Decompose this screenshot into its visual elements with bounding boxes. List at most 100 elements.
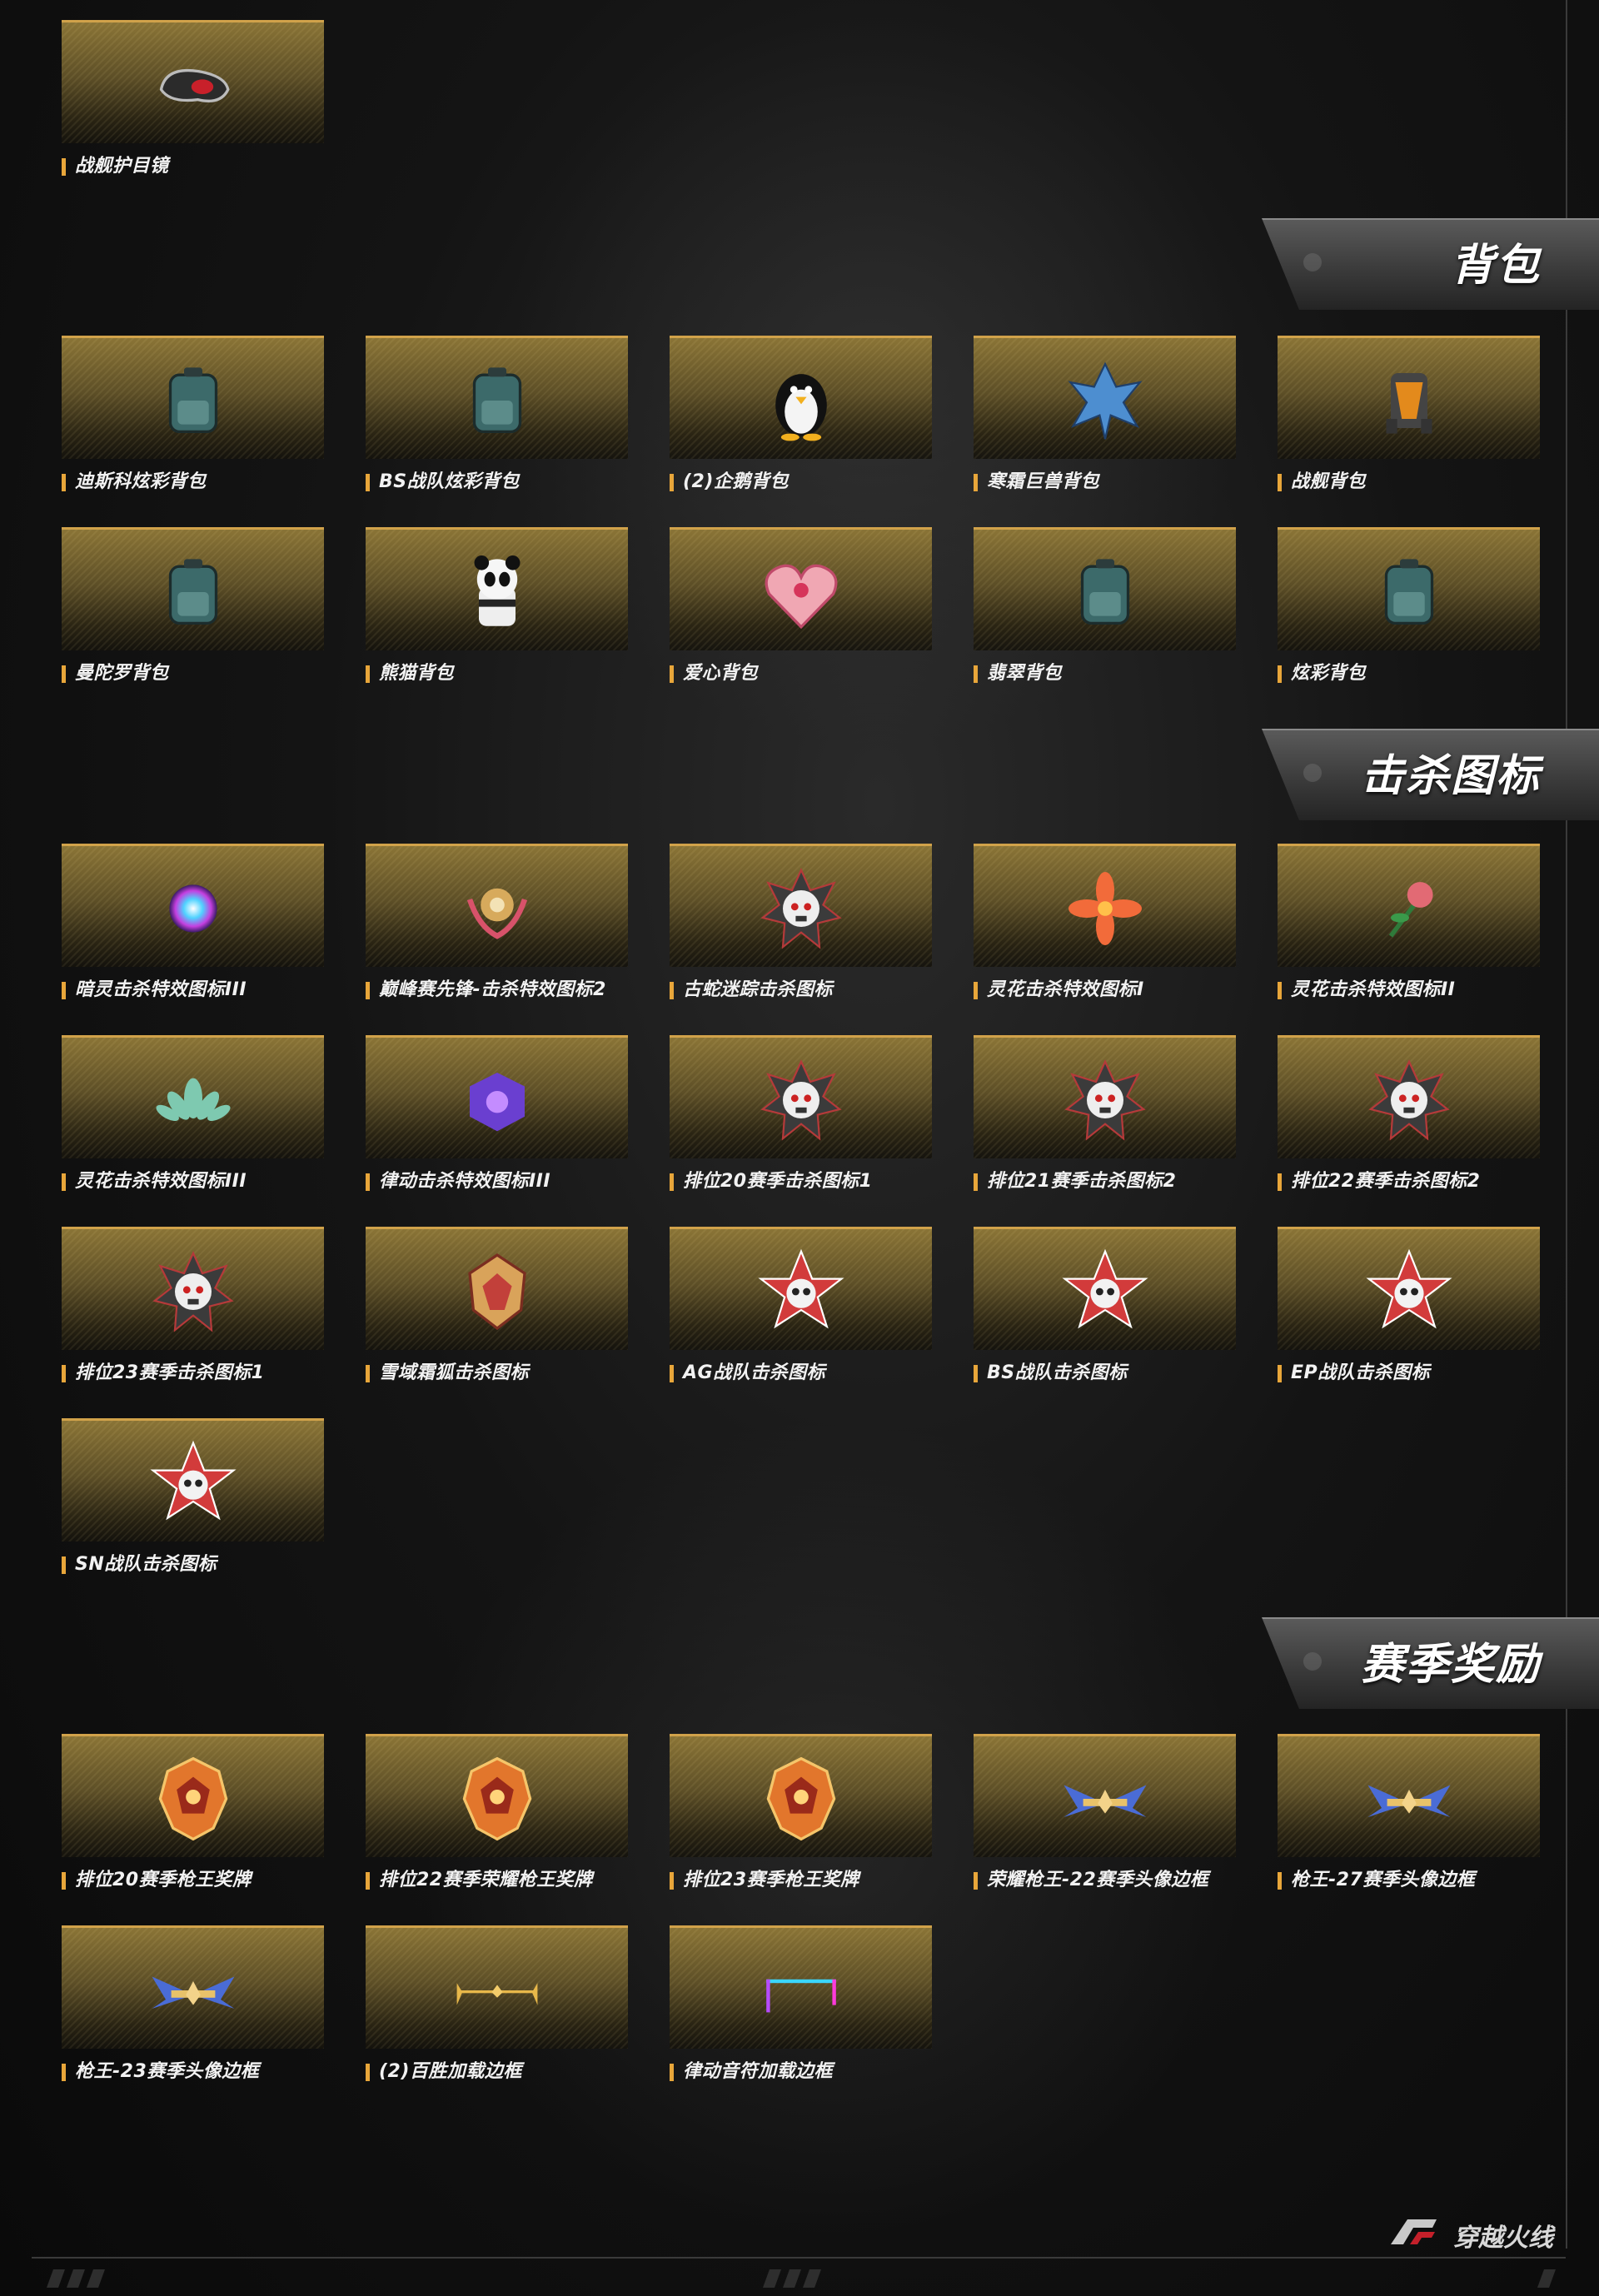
item-label: AG战队击杀图标 [670,1363,825,1383]
item-card[interactable]: 排位20赛季击杀图标1 [670,1035,932,1210]
item-card[interactable]: 排位20赛季枪王奖牌 [62,1734,324,1909]
item-thumbnail [62,1227,324,1350]
item-card[interactable]: BS战队炫彩背包 [366,336,628,510]
item-card[interactable]: 曼陀罗背包 [62,527,324,702]
item-card[interactable]: 灵花击杀特效图标I [974,844,1236,1019]
item-thumbnail [62,844,324,967]
section-header-season-rewards: 赛季奖励 [1262,1617,1599,1709]
item-label: 灵花击杀特效图标I [974,980,1144,1000]
item-card[interactable]: (2)百胜加载边框 [366,1925,628,2100]
item-thumbnail [62,336,324,459]
item-card[interactable]: 排位21赛季击杀图标2 [974,1035,1236,1210]
item-thumbnail [62,20,324,143]
item-label: 荣耀枪王-22赛季头像边框 [974,1870,1208,1890]
item-label: (2)百胜加载边框 [366,2062,522,2082]
item-card[interactable]: 爱心背包 [670,527,932,702]
item-thumbnail [670,1734,932,1857]
item-label: 迪斯科炫彩背包 [62,472,207,492]
item-card[interactable]: (2)企鹅背包 [670,336,932,510]
item-thumbnail [366,844,628,967]
item-thumbnail [974,1227,1236,1350]
item-thumbnail [670,1227,932,1350]
item-thumbnail [62,1418,324,1541]
item-thumbnail [366,1734,628,1857]
item-label: 爱心背包 [670,664,758,684]
item-label: (2)企鹅背包 [670,472,789,492]
item-card[interactable]: AG战队击杀图标 [670,1227,932,1402]
item-thumbnail [670,336,932,459]
orb-icon [147,863,239,954]
item-card[interactable]: BS战队击杀图标 [974,1227,1236,1402]
item-card[interactable]: 灵花击杀特效图标III [62,1035,324,1210]
section-header-kill-icons: 击杀图标 [1262,729,1599,820]
item-label: BS战队炫彩背包 [366,472,520,492]
backpack-icon [1059,546,1151,638]
item-label: EP战队击杀图标 [1278,1363,1430,1383]
item-thumbnail [62,527,324,650]
skull-badge-icon [755,863,847,954]
item-label: 排位22赛季击杀图标2 [1278,1172,1480,1192]
footer-decoration [86,2269,106,2288]
footer-decoration [66,2269,86,2288]
item-card[interactable]: 巅峰赛先锋-击杀特效图标2 [366,844,628,1019]
item-card[interactable]: 炫彩背包 [1278,527,1540,702]
skull-badge-icon [755,1054,847,1146]
item-label: 枪王-23赛季头像边框 [62,2062,259,2082]
skull-badge-icon [1059,1054,1151,1146]
item-card[interactable]: 律动音符加载边框 [670,1925,932,2100]
right-frame-line [1566,0,1567,2249]
item-label: 律动音符加载边框 [670,2062,833,2082]
header-accent-icon [1303,1652,1322,1671]
item-card[interactable]: 枪王-23赛季头像边框 [62,1925,324,2100]
item-card[interactable]: 荣耀枪王-22赛季头像边框 [974,1734,1236,1909]
item-card[interactable]: 熊猫背包 [366,527,628,702]
item-thumbnail [366,1925,628,2049]
item-card[interactable]: 寒霜巨兽背包 [974,336,1236,510]
item-card[interactable]: 战舰背包 [1278,336,1540,510]
item-card[interactable]: 雪域霜狐击杀图标 [366,1227,628,1402]
item-card[interactable]: 排位22赛季击杀图标2 [1278,1035,1540,1210]
frost-beast-icon [1059,355,1151,446]
item-card[interactable]: 古蛇迷踪击杀图标 [670,844,932,1019]
goggles-icon [147,39,239,131]
skull-star-icon [1059,1246,1151,1337]
item-label: 灵花击杀特效图标II [1278,980,1455,1000]
item-card[interactable]: 迪斯科炫彩背包 [62,336,324,510]
item-card[interactable]: 暗灵击杀特效图标III [62,844,324,1019]
item-label: 排位20赛季击杀图标1 [670,1172,872,1192]
item-thumbnail [62,1925,324,2049]
item-label: 熊猫背包 [366,664,454,684]
item-card[interactable]: 律动击杀特效图标III [366,1035,628,1210]
skull-badge-icon [1363,1054,1455,1146]
heart-icon [755,546,847,638]
item-card[interactable]: 枪王-27赛季头像边框 [1278,1734,1540,1909]
item-thumbnail [974,1035,1236,1158]
item-label: 枪王-27赛季头像边框 [1278,1870,1475,1890]
item-thumbnail [1278,1734,1540,1857]
footer-decoration [46,2269,66,2288]
item-card[interactable]: 战舰护目镜 [62,20,324,195]
item-card[interactable]: 翡翠背包 [974,527,1236,702]
item-card[interactable]: 灵花击杀特效图标II [1278,844,1540,1019]
item-thumbnail [670,1035,932,1158]
item-thumbnail [62,1035,324,1158]
item-card[interactable]: SN战队击杀图标 [62,1418,324,1593]
item-label: 雪域霜狐击杀图标 [366,1363,529,1383]
winged-frame-icon [1363,1753,1455,1845]
backpack-icon [451,355,543,446]
item-thumbnail [366,527,628,650]
crossfire-logo-icon [1391,2219,1437,2244]
page: { "sections": { "goggles": { "items": [ … [0,0,1599,2296]
item-thumbnail [974,527,1236,650]
bottom-frame-line [32,2257,1566,2259]
item-label: 排位22赛季荣耀枪王奖牌 [366,1870,593,1890]
battleship-backpack-icon [1363,355,1455,446]
item-card[interactable]: EP战队击杀图标 [1278,1227,1540,1402]
item-thumbnail [1278,336,1540,459]
item-card[interactable]: 排位23赛季击杀图标1 [62,1227,324,1402]
item-card[interactable]: 排位22赛季荣耀枪王奖牌 [366,1734,628,1909]
item-card[interactable]: 排位23赛季枪王奖牌 [670,1734,932,1909]
flower-icon [1059,863,1151,954]
item-label: BS战队击杀图标 [974,1363,1128,1383]
item-thumbnail [62,1734,324,1857]
